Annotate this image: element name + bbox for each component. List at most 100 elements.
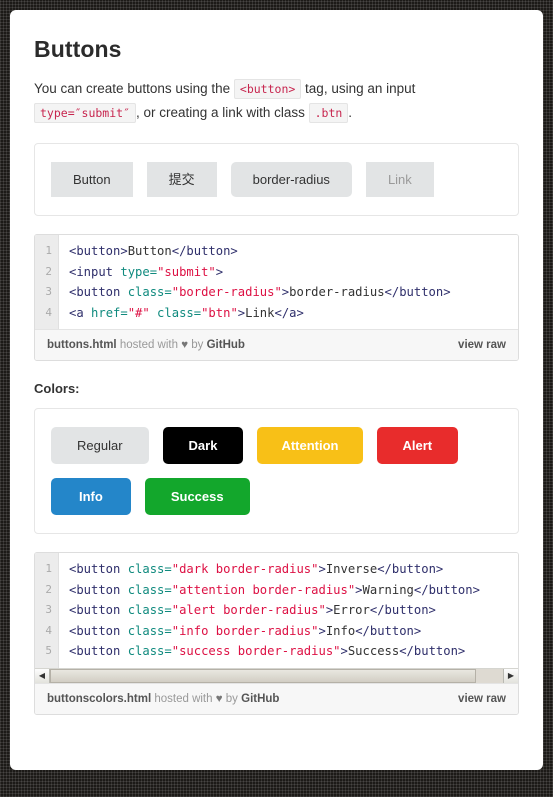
page-content: Buttons You can create buttons using the… — [10, 10, 543, 715]
scrollbar-track[interactable] — [50, 668, 503, 683]
demo-button-success[interactable]: Success — [144, 478, 250, 515]
line-number: 4 — [45, 623, 52, 637]
demo-button-alert[interactable]: Alert — [376, 427, 459, 464]
code-token: > — [355, 582, 363, 597]
intro-text-2: tag, using an input — [301, 81, 416, 96]
gist-by-text: by — [225, 692, 238, 705]
code-line: <button class="border-radius">border-rad… — [69, 282, 518, 303]
code-token: <button — [69, 285, 128, 299]
code-token: "alert border-radius" — [171, 603, 326, 617]
code-token: "info border-radius" — [171, 623, 319, 638]
code-token: Error — [333, 603, 370, 617]
code-token: </button> — [384, 285, 451, 299]
code-token: Button — [127, 244, 172, 258]
page-card: Buttons You can create buttons using the… — [10, 10, 543, 770]
demo-button-border-radius[interactable]: border-radius — [230, 162, 352, 197]
code-token: border-radius — [289, 285, 385, 299]
heart-icon: ♥ — [181, 339, 189, 351]
demo-button-attention[interactable]: Attention — [257, 427, 363, 464]
demo-button-dark[interactable]: Dark — [162, 427, 244, 464]
demo-button-submit[interactable]: 提交 — [146, 162, 217, 197]
code-token: <a — [69, 305, 92, 320]
gist-2-meta: buttonscolors.html hosted with ♥ by GitH… — [35, 682, 518, 714]
code-token: > — [215, 264, 224, 279]
code-token: "border-radius" — [171, 285, 282, 299]
line-number: 4 — [45, 305, 52, 319]
code-token: class= — [127, 623, 172, 638]
demo-button-info[interactable]: Info — [51, 478, 131, 515]
code-line: <button class="success border-radius">Su… — [69, 641, 518, 662]
scrollbar-thumb[interactable] — [50, 668, 476, 683]
scroll-right-arrow-icon[interactable]: ▶ — [503, 668, 518, 683]
code-token: <button — [69, 603, 128, 617]
code-token: <input — [69, 264, 121, 279]
code-token: "dark border-radius" — [171, 562, 319, 576]
code-line: <button class="dark border-radius">Inver… — [69, 559, 518, 580]
code-token: "success border-radius" — [171, 644, 341, 658]
code-token: href= — [91, 305, 128, 320]
colored-buttons-demo-panel: Regular Dark Attention Alert Info Succes… — [34, 408, 519, 534]
code-token: Info — [325, 623, 356, 638]
code-token: </button> — [369, 603, 436, 617]
gist-2-code: 1 2 3 4 5 <button class="dark border-rad… — [35, 553, 518, 668]
code-token: > — [340, 644, 348, 658]
gist-host-name: GitHub — [241, 692, 280, 705]
code-line: <a href="#" class="btn">Link</a> — [69, 303, 518, 324]
gist-host-name: GitHub — [206, 339, 245, 351]
gist-buttons-html: 1 2 3 4 <button>Button</button> <input ty… — [34, 234, 519, 361]
code-token: <button — [69, 582, 128, 597]
view-raw-link[interactable]: view raw — [458, 339, 506, 351]
intro-text-3: , or creating a link with class — [136, 105, 309, 120]
view-raw-link[interactable]: view raw — [458, 693, 506, 705]
colored-buttons-row-2: Info Success — [51, 478, 502, 515]
heart-icon: ♥ — [215, 692, 223, 705]
code-token: class= — [127, 582, 172, 597]
code-token: Inverse — [325, 562, 378, 576]
gist-filename: buttonscolors.html — [47, 692, 152, 705]
code-token: Success — [347, 644, 400, 658]
line-number: 2 — [45, 264, 52, 278]
demo-button-button[interactable]: Button — [51, 162, 133, 197]
code-token: "attention border-radius" — [171, 582, 356, 597]
line-number: 1 — [45, 244, 52, 257]
gist-1-meta-left: buttons.html hosted with ♥ by GitHub — [47, 339, 245, 351]
gist-2-horizontal-scrollbar[interactable]: ◀ ▶ — [35, 667, 518, 683]
code-token: <button — [69, 623, 128, 638]
intro-text-4: . — [348, 105, 353, 120]
gist-buttonscolors-html: 1 2 3 4 5 <button class="dark border-rad… — [34, 552, 519, 715]
gist-1-meta: buttons.html hosted with ♥ by GitHub vie… — [35, 329, 518, 360]
code-token: "btn" — [201, 305, 238, 320]
line-number: 1 — [45, 562, 52, 575]
gist-1-code-lines: <button>Button</button> <input type="subm… — [59, 235, 518, 329]
inline-code-type-submit: type=″submit″ — [34, 103, 137, 123]
line-number: 2 — [45, 582, 52, 596]
scroll-left-arrow-icon[interactable]: ◀ — [35, 668, 50, 683]
code-token: Warning — [362, 582, 414, 597]
gist-2-meta-left: buttonscolors.html hosted with ♥ by GitH… — [47, 693, 279, 705]
code-line: <button class="alert border-radius">Erro… — [69, 600, 518, 621]
code-line: <button>Button</button> — [69, 241, 518, 262]
code-token: "submit" — [157, 264, 216, 279]
intro-paragraph: You can create buttons using the <button… — [34, 77, 519, 125]
colors-section-label: Colors: — [34, 381, 80, 396]
code-token: type= — [120, 264, 158, 279]
basic-buttons-demo-panel: Button 提交 border-radius Link — [34, 143, 519, 216]
gist-2-line-numbers: 1 2 3 4 5 — [35, 553, 59, 668]
demo-button-regular[interactable]: Regular — [51, 427, 149, 464]
code-token: > — [318, 623, 326, 638]
code-token: class= — [127, 603, 172, 617]
line-number: 5 — [45, 644, 52, 657]
code-line: <button class="attention border-radius">… — [69, 580, 518, 601]
gist-2-code-wrap: 1 2 3 4 5 <button class="dark border-rad… — [35, 553, 518, 668]
line-number: 3 — [45, 285, 52, 298]
inline-code-button-tag: <button> — [233, 79, 302, 99]
gist-1-code-wrap: 1 2 3 4 <button>Button</button> <input ty… — [35, 235, 518, 329]
code-token: <button — [69, 562, 128, 576]
code-token: class= — [127, 644, 172, 658]
code-token: </button> — [355, 623, 422, 638]
code-token: </button> — [171, 244, 238, 258]
demo-link-btn[interactable]: Link — [365, 162, 434, 197]
code-token: <button> — [69, 244, 128, 258]
code-token: </button> — [377, 562, 444, 576]
gist-hosted-with-text: hosted with — [119, 339, 179, 351]
